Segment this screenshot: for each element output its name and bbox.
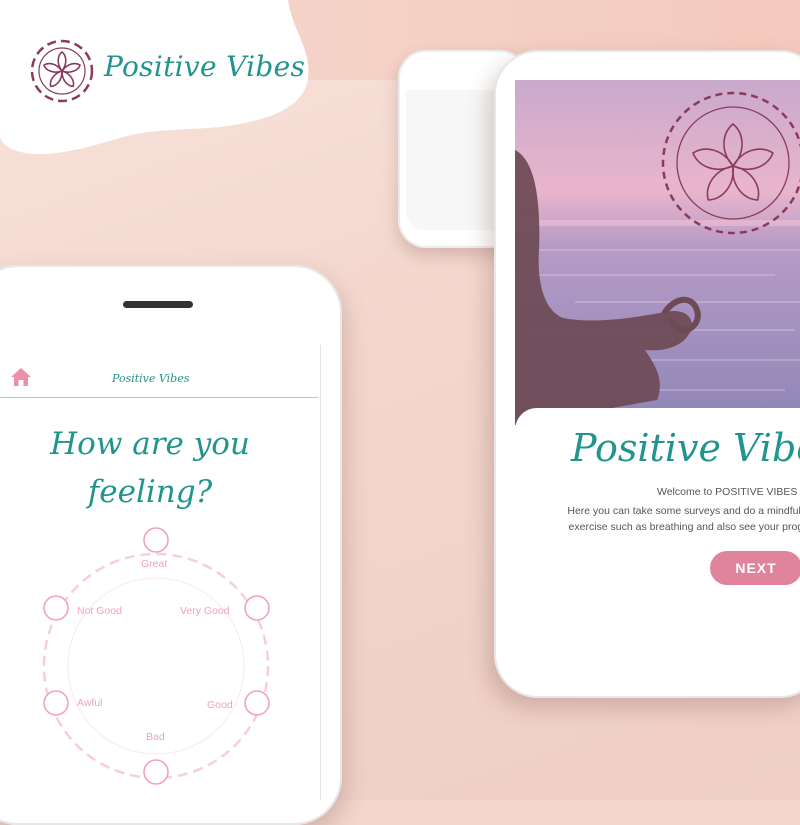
home-icon[interactable] bbox=[10, 367, 32, 387]
welcome-title: Positive Vibes bbox=[571, 426, 800, 470]
mood-question: How are you feeling? bbox=[50, 426, 250, 510]
mood-label-great: Great bbox=[141, 558, 168, 570]
phone-speaker bbox=[123, 301, 193, 308]
mood-label-bad: Bad bbox=[146, 731, 165, 743]
mood-label-very-good: Very Good bbox=[180, 605, 230, 617]
mood-screen: Positive Vibes How are you feeling? Grea… bbox=[0, 345, 321, 800]
nav-title: Positive Vibes bbox=[112, 372, 190, 385]
lotus-flower-icon bbox=[30, 39, 94, 103]
welcome-text: Welcome to POSITIVE VIBES bbox=[657, 486, 798, 498]
brand-logo-text: Positive Vibes bbox=[104, 50, 306, 83]
mood-option-awful[interactable] bbox=[43, 690, 69, 716]
next-button[interactable]: NEXT bbox=[710, 551, 800, 585]
mood-option-not-good[interactable] bbox=[43, 595, 69, 621]
welcome-screen: Positive Vibes Welcome to POSITIVE VIBES… bbox=[515, 80, 800, 610]
welcome-description: Here you can take some surveys and do a … bbox=[567, 505, 800, 533]
nav-bar: Positive Vibes bbox=[0, 345, 318, 398]
mood-option-bad[interactable] bbox=[143, 759, 169, 785]
welcome-card: Positive Vibes Welcome to POSITIVE VIBES… bbox=[515, 408, 800, 610]
mood-label-awful: Awful bbox=[77, 697, 103, 709]
lotus-flower-icon bbox=[661, 91, 800, 235]
mood-label-not-good: Not Good bbox=[77, 605, 122, 617]
mood-option-great[interactable] bbox=[143, 527, 169, 553]
mood-label-good: Good bbox=[207, 699, 233, 711]
mood-option-very-good[interactable] bbox=[244, 595, 270, 621]
mood-option-good[interactable] bbox=[244, 690, 270, 716]
